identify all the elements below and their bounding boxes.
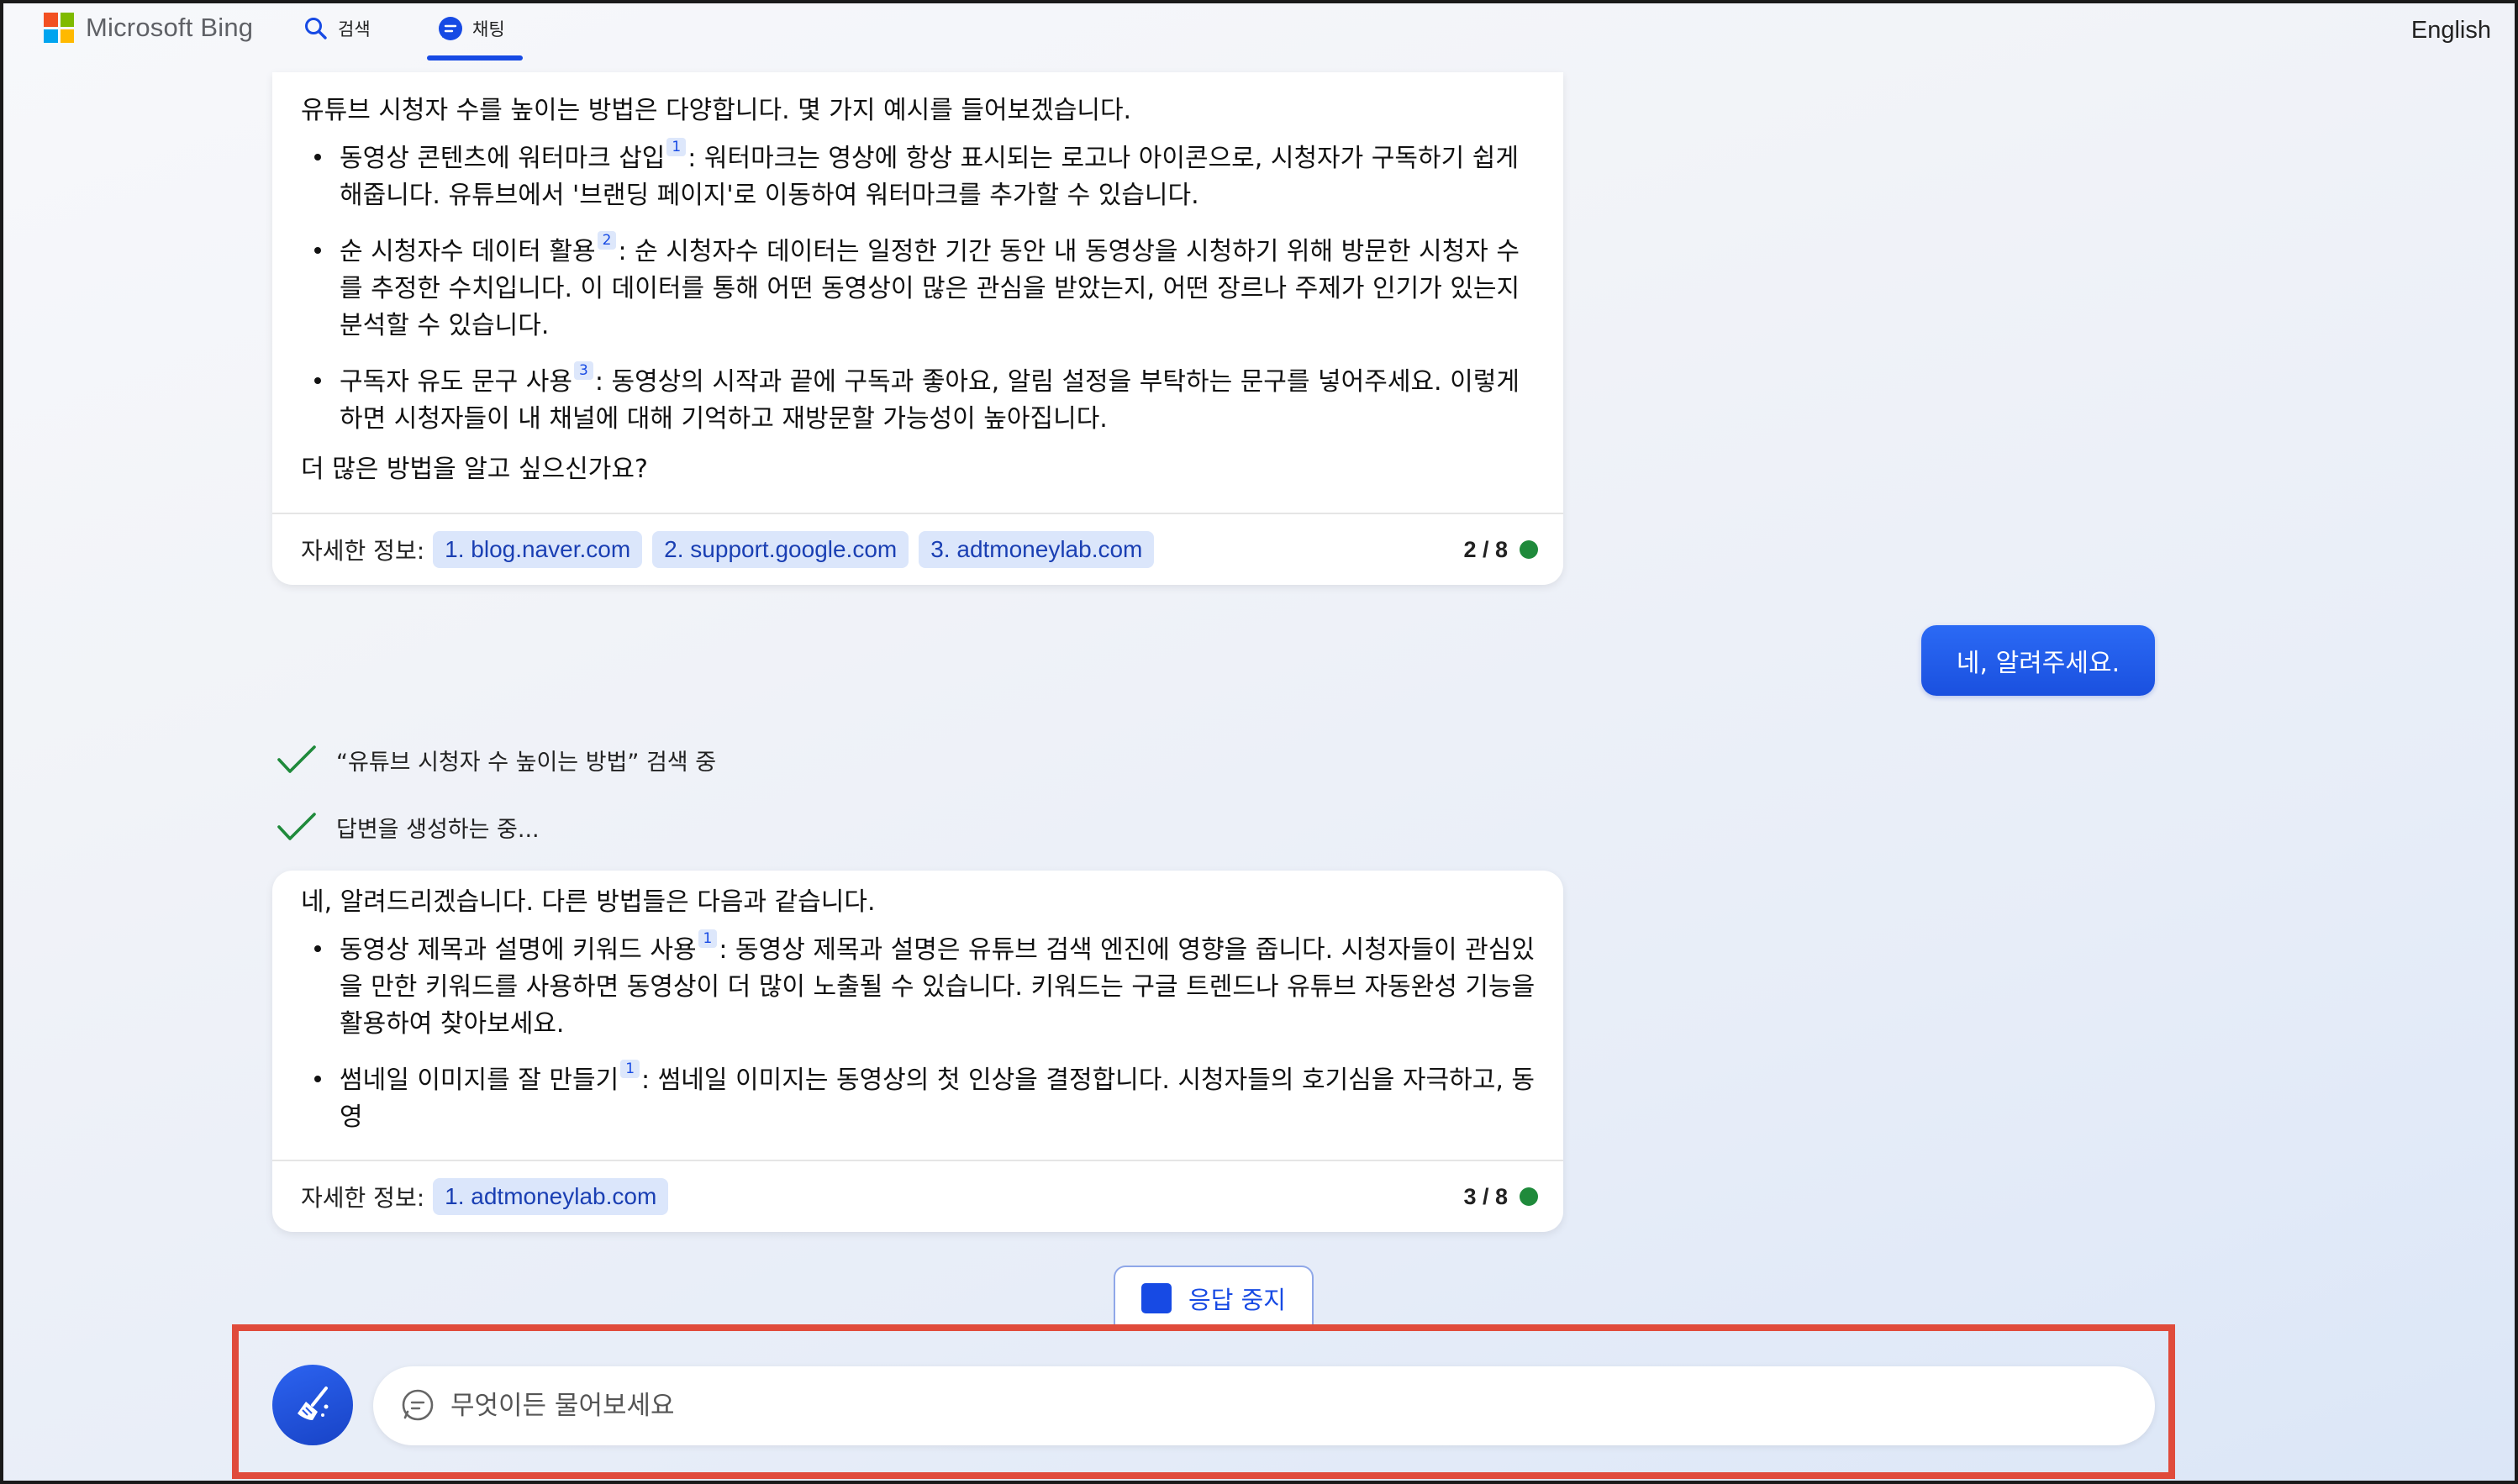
chat-input-box[interactable] xyxy=(373,1366,2155,1445)
citation-link[interactable]: 1 xyxy=(666,138,687,156)
status-searching: “유튜브 시청자 수 높이는 방법” 검색 중 xyxy=(276,743,716,776)
user-message-bubble: 네, 알려주세요. xyxy=(1921,625,2155,696)
bot-response-card: 네, 알려드리겠습니다. 다른 방법들은 다음과 같습니다. 동영상 제목과 설… xyxy=(272,871,1563,1232)
item-title: 구독자 유도 문구 사용 xyxy=(340,367,573,397)
status-text: “유튜브 시청자 수 높이는 방법” 검색 중 xyxy=(336,749,717,776)
chat-input[interactable] xyxy=(450,1391,2155,1421)
chat-bubble-icon xyxy=(402,1389,434,1421)
item-title: 순 시청자수 데이터 활용 xyxy=(340,237,596,266)
turn-counter-text: 3 / 8 xyxy=(1463,1183,1508,1209)
language-toggle[interactable]: English xyxy=(2411,17,2491,45)
list-item: 썸네일 이미지를 잘 만들기 1: 썸네일 이미지는 동영상의 첫 인상을 결정합… xyxy=(301,1060,1536,1136)
tab-search-label: 검색 xyxy=(338,19,371,39)
response-intro: 네, 알려드리겠습니다. 다른 방법들은 다음과 같습니다. xyxy=(301,887,876,917)
response-list: 동영상 콘텐츠에 워터마크 삽입 1: 워터마크는 영상에 항상 표시되는 로고나… xyxy=(301,138,1536,438)
active-tab-indicator xyxy=(427,55,523,61)
new-topic-button[interactable] xyxy=(272,1365,353,1445)
source-link[interactable]: 3. adtmoneylab.com xyxy=(919,531,1155,568)
citation-link[interactable]: 2 xyxy=(597,231,617,250)
list-item: 동영상 콘텐츠에 워터마크 삽입 1: 워터마크는 영상에 항상 표시되는 로고나… xyxy=(301,138,1536,214)
chat-icon xyxy=(437,15,464,42)
item-title: 동영상 제목과 설명에 키워드 사용 xyxy=(340,935,697,965)
turn-counter-text: 2 / 8 xyxy=(1463,536,1508,562)
citation-link[interactable]: 1 xyxy=(698,929,718,948)
sources-label: 자세한 정보: xyxy=(301,537,425,565)
status-text: 답변을 생성하는 중... xyxy=(336,816,540,843)
turn-counter: 2 / 8 xyxy=(1463,537,1538,563)
response-list: 동영상 제목과 설명에 키워드 사용 1: 동영상 제목과 설명은 유튜브 검색 … xyxy=(301,929,1536,1136)
microsoft-logo-icon xyxy=(44,13,74,43)
logo-text: Microsoft Bing xyxy=(86,13,254,42)
citation-link[interactable]: 1 xyxy=(620,1060,640,1078)
stop-button-label: 응답 중지 xyxy=(1188,1286,1286,1314)
status-dot-icon xyxy=(1520,1187,1538,1206)
top-bar: Microsoft Bing 검색 채팅 English xyxy=(0,0,2518,64)
source-link[interactable]: 1. blog.naver.com xyxy=(433,531,643,568)
stop-responding-button[interactable]: 응답 중지 xyxy=(1114,1266,1314,1329)
source-link[interactable]: 1. adtmoneylab.com xyxy=(433,1178,669,1215)
broom-icon xyxy=(298,1387,329,1420)
list-item: 동영상 제목과 설명에 키워드 사용 1: 동영상 제목과 설명은 유튜브 검색 … xyxy=(301,929,1536,1043)
status-dot-icon xyxy=(1520,540,1538,559)
citation-link[interactable]: 3 xyxy=(574,361,593,380)
status-generating: 답변을 생성하는 중... xyxy=(276,810,540,844)
tab-chat[interactable]: 채팅 xyxy=(437,12,505,45)
search-icon xyxy=(303,15,329,42)
bing-logo[interactable]: Microsoft Bing xyxy=(44,13,253,43)
tab-search[interactable]: 검색 xyxy=(303,12,371,45)
response-outro: 더 많은 방법을 알고 싶으신가요? xyxy=(301,455,648,484)
checkmark-icon xyxy=(277,813,316,840)
sources-footer: 자세한 정보: 1. adtmoneylab.com 3 / 8 xyxy=(272,1160,1563,1232)
item-title: 썸네일 이미지를 잘 만들기 xyxy=(340,1066,619,1095)
response-intro: 유튜브 시청자 수를 높이는 방법은 다양합니다. 몇 가지 예시를 들어보겠습… xyxy=(301,96,1132,125)
sources-label: 자세한 정보: xyxy=(301,1184,425,1212)
sources-footer: 자세한 정보: 1. blog.naver.com 2. support.goo… xyxy=(272,513,1563,585)
stop-icon xyxy=(1141,1283,1172,1313)
checkmark-icon xyxy=(277,745,316,773)
list-item: 구독자 유도 문구 사용 3: 동영상의 시작과 끝에 구독과 좋아요, 알림 설… xyxy=(301,361,1536,438)
list-item: 순 시청자수 데이터 활용 2: 순 시청자수 데이터는 일정한 기간 동안 내 … xyxy=(301,231,1536,345)
item-title: 동영상 콘텐츠에 워터마크 삽입 xyxy=(340,144,666,173)
tab-chat-label: 채팅 xyxy=(472,19,505,39)
source-link[interactable]: 2. support.google.com xyxy=(652,531,909,568)
bot-response-card: 유튜브 시청자 수를 높이는 방법은 다양합니다. 몇 가지 예시를 들어보겠습… xyxy=(272,72,1563,585)
turn-counter: 3 / 8 xyxy=(1463,1184,1538,1210)
